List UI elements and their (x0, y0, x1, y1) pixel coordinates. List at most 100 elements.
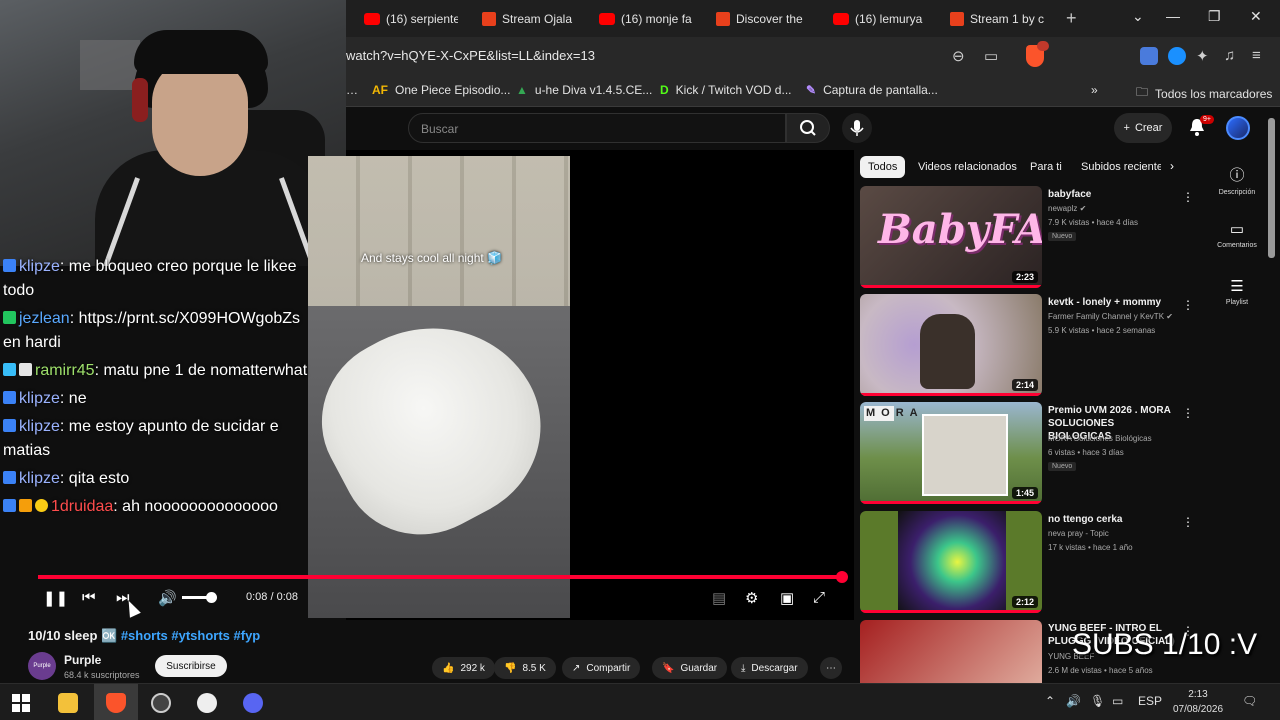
more-actions-button[interactable]: ⋯ (820, 657, 842, 679)
brave-icon[interactable] (106, 693, 126, 713)
music-icon[interactable]: ♫ (1224, 47, 1235, 64)
previous-icon[interactable]: ⏮ (82, 589, 96, 606)
chip-related[interactable]: Videos relacionados (910, 156, 1025, 178)
restore-icon[interactable]: ❐ (1208, 8, 1221, 25)
sword-icon (3, 499, 16, 512)
download-icon: ⤓ (741, 662, 746, 674)
youtube-icon (833, 13, 849, 25)
more-vert-icon[interactable]: ⋮ (1182, 298, 1194, 312)
taskbar-clock[interactable]: 2:13 07/08/2026 (1170, 687, 1226, 717)
chip-recent[interactable]: Subidos reciente (1073, 156, 1161, 178)
video-frame[interactable] (308, 156, 570, 618)
browser-tab[interactable]: (16) monje fa (581, 6, 693, 32)
scrollbar[interactable] (1268, 118, 1275, 258)
bookmark-arrow-icon[interactable]: … (346, 83, 358, 97)
video-title: 10/10 sleep 🆗 #shorts #ytshorts #fyp (28, 628, 261, 643)
search-input[interactable]: Buscar (408, 113, 786, 143)
theater-icon[interactable]: ▣ (780, 589, 794, 607)
discord-icon[interactable] (243, 693, 263, 713)
chip-for-you[interactable]: Para ti (1022, 156, 1070, 178)
network-icon[interactable]: ▭ (1112, 694, 1123, 708)
channel-avatar[interactable]: Purple (28, 652, 56, 680)
chip-all[interactable]: Todos (860, 156, 906, 178)
chat-message: matias (3, 442, 51, 459)
bookmark-item[interactable]: ▲ u-he Diva v1.4.5.CE... (516, 83, 652, 97)
list-item[interactable]: BabyFACE 2:23 babyface newaplz ✔ 7.9 K v… (860, 186, 1194, 290)
taskbar: ⌃ 🔊 🎙 ▭ ESP 2:13 07/08/2026 🗨 (0, 683, 1280, 720)
bookmark-icon: 🔖 (662, 662, 675, 674)
clock-app-icon[interactable] (197, 693, 217, 713)
video-caption: And stays cool all night 🧊 (361, 251, 503, 265)
account-avatar[interactable] (1226, 116, 1250, 140)
all-bookmarks[interactable]: 🗀 Todos los marcadores (1136, 83, 1272, 104)
like-button[interactable]: 👍 292 k (432, 657, 495, 679)
comments-button[interactable]: ▭ Comentarios (1215, 220, 1259, 249)
more-vert-icon[interactable]: ⋮ (1182, 515, 1194, 529)
chat-message: klipze: me bloqueo creo porque le likee (3, 258, 297, 276)
channel-name[interactable]: Purple (64, 653, 101, 667)
list-item[interactable]: MORA 1:45 Premio UVM 2026 . MORA SOLUCIO… (860, 402, 1194, 506)
more-vert-icon[interactable]: ⋮ (1182, 406, 1194, 420)
bookmark-item[interactable]: AF One Piece Episodio... (372, 83, 510, 97)
bookmark-item[interactable]: ✎ Captura de pantalla... (806, 83, 938, 97)
description-button[interactable]: ⓘ Descripción (1215, 164, 1259, 196)
windows-start-icon[interactable] (12, 694, 30, 712)
mic-tray-icon[interactable]: 🎙 (1090, 694, 1105, 708)
list-item[interactable]: 2:14 kevtk - lonely + mommy Farmer Famil… (860, 294, 1194, 398)
more-vert-icon[interactable]: ⋮ (1182, 190, 1194, 204)
video-thumbnail[interactable]: 2:14 (860, 294, 1042, 396)
subtitles-icon[interactable]: ▤ (712, 589, 726, 607)
browser-tab[interactable]: Discover the (698, 6, 810, 32)
zoom-icon[interactable]: ⊖ (952, 47, 965, 65)
extension-icon[interactable] (1168, 47, 1186, 65)
chevron-right-icon[interactable]: › (1170, 159, 1174, 173)
video-thumbnail[interactable]: BabyFACE 2:23 (860, 186, 1042, 288)
bookmark-item[interactable]: D Kick / Twitch VOD d... (660, 83, 791, 97)
browser-tab[interactable]: Stream 1 by c (932, 6, 1044, 32)
playlist-button[interactable]: ☰ Playlist (1215, 277, 1259, 306)
cast-icon[interactable]: ▭ (984, 47, 998, 65)
puzzle-icon[interactable]: ✦ (1196, 47, 1209, 65)
url-field[interactable]: watch?v=hQYE-X-CxPE&list=LL&index=13 (346, 48, 595, 63)
voice-search-button[interactable] (842, 113, 872, 143)
share-button[interactable]: ↗ Compartir (562, 657, 641, 679)
video-hashtags[interactable]: #shorts #ytshorts #fyp (121, 628, 260, 643)
browser-tab[interactable]: (16) lemurya (815, 6, 927, 32)
notification-center-icon[interactable]: 🗨 (1242, 694, 1257, 708)
video-thumbnail[interactable]: MORA 1:45 (860, 402, 1042, 504)
browser-tab[interactable]: (16) serpiente (346, 6, 458, 32)
fullscreen-icon[interactable]: ⤢ (813, 589, 825, 606)
bookmarks-overflow-icon[interactable]: » (1091, 83, 1098, 97)
translate-icon[interactable] (1140, 47, 1158, 65)
volume-icon[interactable]: 🔊 (158, 589, 177, 607)
screen: (16) serpiente Stream Ojala (16) monje f… (0, 0, 1280, 720)
subscribe-button[interactable]: Suscribirse (155, 655, 227, 677)
save-button[interactable]: 🔖 Guardar (652, 657, 728, 679)
chat-overlay: klipze: me bloqueo creo porque le likee … (0, 258, 346, 558)
pause-icon[interactable]: ❚❚ (43, 589, 68, 607)
obs-icon[interactable] (151, 693, 171, 713)
file-explorer-icon[interactable] (58, 693, 78, 713)
list-item[interactable]: 2:12 no ttengo cerka neva pray - Topic 1… (860, 511, 1194, 615)
tray-chevron-icon[interactable]: ⌃ (1045, 694, 1055, 708)
minimize-icon[interactable]: — (1166, 8, 1180, 24)
progress-scrubber[interactable] (836, 571, 848, 583)
speaker-icon[interactable]: 🔊 (1066, 694, 1081, 708)
kick-icon (950, 12, 964, 26)
dislike-button[interactable]: 👎 8.5 K (494, 657, 556, 679)
search-button[interactable] (786, 113, 830, 143)
download-button[interactable]: ⤓ Descargar (731, 657, 808, 679)
progress-bar[interactable] (38, 575, 842, 579)
video-thumbnail[interactable]: 2:12 (860, 511, 1042, 613)
thumbs-up-icon: 👍 (442, 662, 455, 674)
create-button[interactable]: + Crear (1114, 113, 1172, 143)
menu-icon[interactable]: ≡ (1252, 47, 1261, 64)
tab-search-icon[interactable]: ⌄ (1132, 8, 1144, 25)
language-indicator[interactable]: ESP (1138, 694, 1162, 708)
close-icon[interactable]: ✕ (1250, 8, 1262, 25)
settings-icon[interactable]: ⚙ (745, 589, 758, 607)
browser-tab[interactable]: Stream Ojala (464, 6, 576, 32)
new-tab-icon[interactable]: + (1066, 8, 1077, 29)
volume-knob[interactable] (206, 592, 217, 603)
video-thumbnail[interactable] (860, 620, 1042, 683)
